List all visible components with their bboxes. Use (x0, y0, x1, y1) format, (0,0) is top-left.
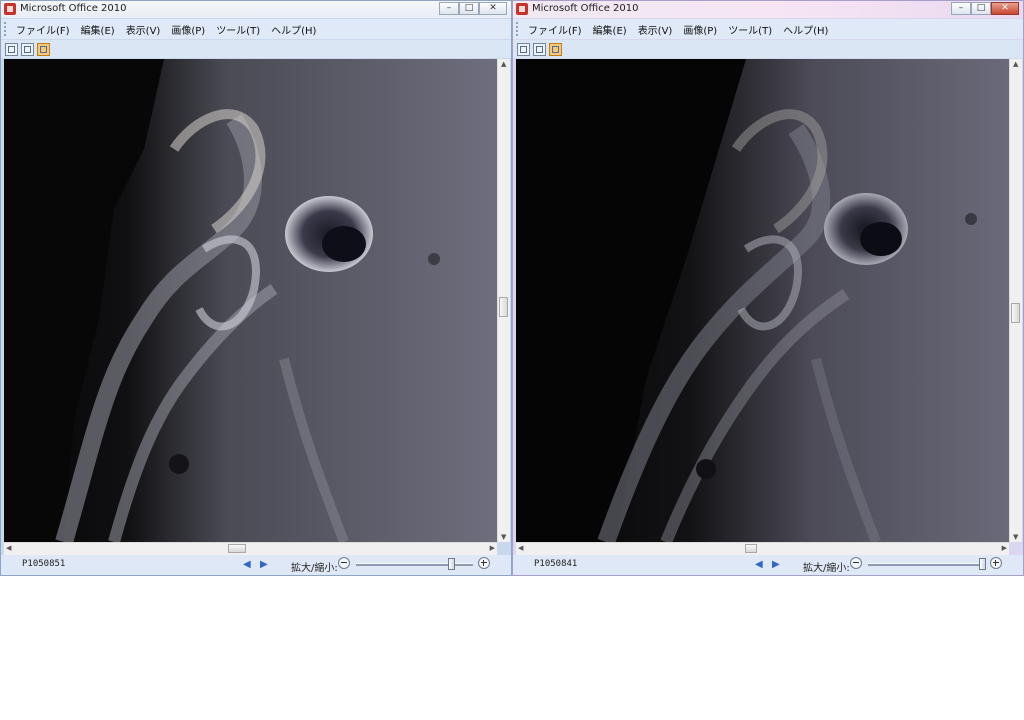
zoom-label: 拡大/縮小: (803, 563, 850, 574)
file-name-label: P1050841 (534, 559, 578, 569)
menu-view[interactable]: 表示(V) (126, 22, 161, 37)
scroll-down-icon[interactable]: ▼ (1013, 533, 1018, 541)
actual-size-icon[interactable] (21, 42, 34, 56)
menu-tools[interactable]: ツール(T) (728, 22, 772, 37)
menu-edit[interactable]: 編集(E) (81, 22, 115, 37)
image-viewer-window-left: Microsoft Office 2010 – □ ✕ ファイル(F) 編集(E… (0, 0, 512, 576)
title-bar[interactable]: Microsoft Office 2010 – □ ✕ (513, 1, 1023, 18)
maximize-button[interactable]: □ (971, 2, 991, 15)
minimize-button[interactable]: – (439, 2, 459, 15)
actual-size-icon[interactable] (533, 42, 546, 56)
menu-picture[interactable]: 画像(P) (683, 22, 717, 37)
menu-edit[interactable]: 編集(E) (593, 22, 627, 37)
close-button[interactable]: ✕ (479, 2, 507, 15)
menu-help[interactable]: ヘルプ(H) (271, 22, 316, 37)
status-bar: P1050851 ◀ ▶ 拡大/縮小: (1, 555, 511, 575)
image-canvas[interactable] (4, 59, 498, 542)
office-app-icon (516, 3, 528, 15)
image-canvas[interactable] (516, 59, 1010, 542)
thumbnail-view-icon[interactable] (549, 42, 562, 56)
window-title: Microsoft Office 2010 (20, 3, 127, 14)
menu-file[interactable]: ファイル(F) (528, 22, 582, 37)
vertical-scrollbar[interactable]: ▲ ▼ (497, 59, 510, 542)
menu-grip-icon[interactable] (4, 22, 12, 36)
zoom-slider[interactable] (868, 558, 986, 570)
menu-bar: ファイル(F) 編集(E) 表示(V) 画像(P) ツール(T) ヘルプ(H) (1, 19, 511, 39)
zoom-label: 拡大/縮小: (291, 563, 338, 574)
menu-help[interactable]: ヘルプ(H) (783, 22, 828, 37)
scroll-right-icon[interactable]: ▶ (1002, 544, 1007, 552)
vertical-scroll-thumb[interactable] (499, 297, 508, 317)
view-toolbar (513, 40, 1023, 58)
menu-picture[interactable]: 画像(P) (171, 22, 205, 37)
horizontal-scrollbar[interactable]: ◀ ▶ (4, 542, 497, 555)
window-title: Microsoft Office 2010 (532, 3, 639, 14)
zoom-slider-thumb[interactable] (979, 558, 986, 570)
view-toolbar (1, 40, 511, 58)
file-name-label: P1050851 (22, 559, 66, 569)
previous-image-icon[interactable]: ◀ (243, 559, 251, 570)
vertical-scroll-thumb[interactable] (1011, 303, 1020, 323)
next-image-icon[interactable]: ▶ (260, 559, 268, 570)
image-viewer-window-right: Microsoft Office 2010 – □ ✕ ファイル(F) 編集(E… (512, 0, 1024, 576)
title-bar[interactable]: Microsoft Office 2010 – □ ✕ (1, 1, 511, 18)
menu-view[interactable]: 表示(V) (638, 22, 673, 37)
menu-bar: ファイル(F) 編集(E) 表示(V) 画像(P) ツール(T) ヘルプ(H) (513, 19, 1023, 39)
horizontal-scroll-thumb[interactable] (228, 544, 246, 553)
scroll-up-icon[interactable]: ▲ (1013, 60, 1018, 68)
zoom-out-icon[interactable] (850, 557, 862, 569)
status-bar: P1050841 ◀ ▶ 拡大/縮小: (513, 555, 1023, 575)
zoom-in-icon[interactable] (478, 557, 490, 569)
menu-grip-icon[interactable] (516, 22, 524, 36)
scroll-left-icon[interactable]: ◀ (6, 544, 11, 552)
office-app-icon (4, 3, 16, 15)
fit-view-icon[interactable] (517, 42, 530, 56)
scroll-down-icon[interactable]: ▼ (501, 533, 506, 541)
caption-buttons: – □ ✕ (951, 2, 1019, 16)
fit-view-icon[interactable] (5, 42, 18, 56)
moon-photo (4, 59, 498, 542)
caption-buttons: – □ ✕ (439, 2, 507, 16)
minimize-button[interactable]: – (951, 2, 971, 15)
close-button[interactable]: ✕ (991, 2, 1019, 15)
scroll-left-icon[interactable]: ◀ (518, 544, 523, 552)
next-image-icon[interactable]: ▶ (772, 559, 780, 570)
thumbnail-view-icon[interactable] (37, 42, 50, 56)
zoom-slider[interactable] (356, 558, 473, 570)
maximize-button[interactable]: □ (459, 2, 479, 15)
horizontal-scroll-thumb[interactable] (745, 544, 757, 553)
zoom-in-icon[interactable] (990, 557, 1002, 569)
zoom-slider-thumb[interactable] (448, 558, 455, 570)
scroll-right-icon[interactable]: ▶ (490, 544, 495, 552)
vertical-scrollbar[interactable]: ▲ ▼ (1009, 59, 1022, 542)
moon-photo (516, 59, 1010, 542)
scroll-up-icon[interactable]: ▲ (501, 60, 506, 68)
menu-tools[interactable]: ツール(T) (216, 22, 260, 37)
previous-image-icon[interactable]: ◀ (755, 559, 763, 570)
horizontal-scrollbar[interactable]: ◀ ▶ (516, 542, 1009, 555)
zoom-out-icon[interactable] (338, 557, 350, 569)
menu-file[interactable]: ファイル(F) (16, 22, 70, 37)
